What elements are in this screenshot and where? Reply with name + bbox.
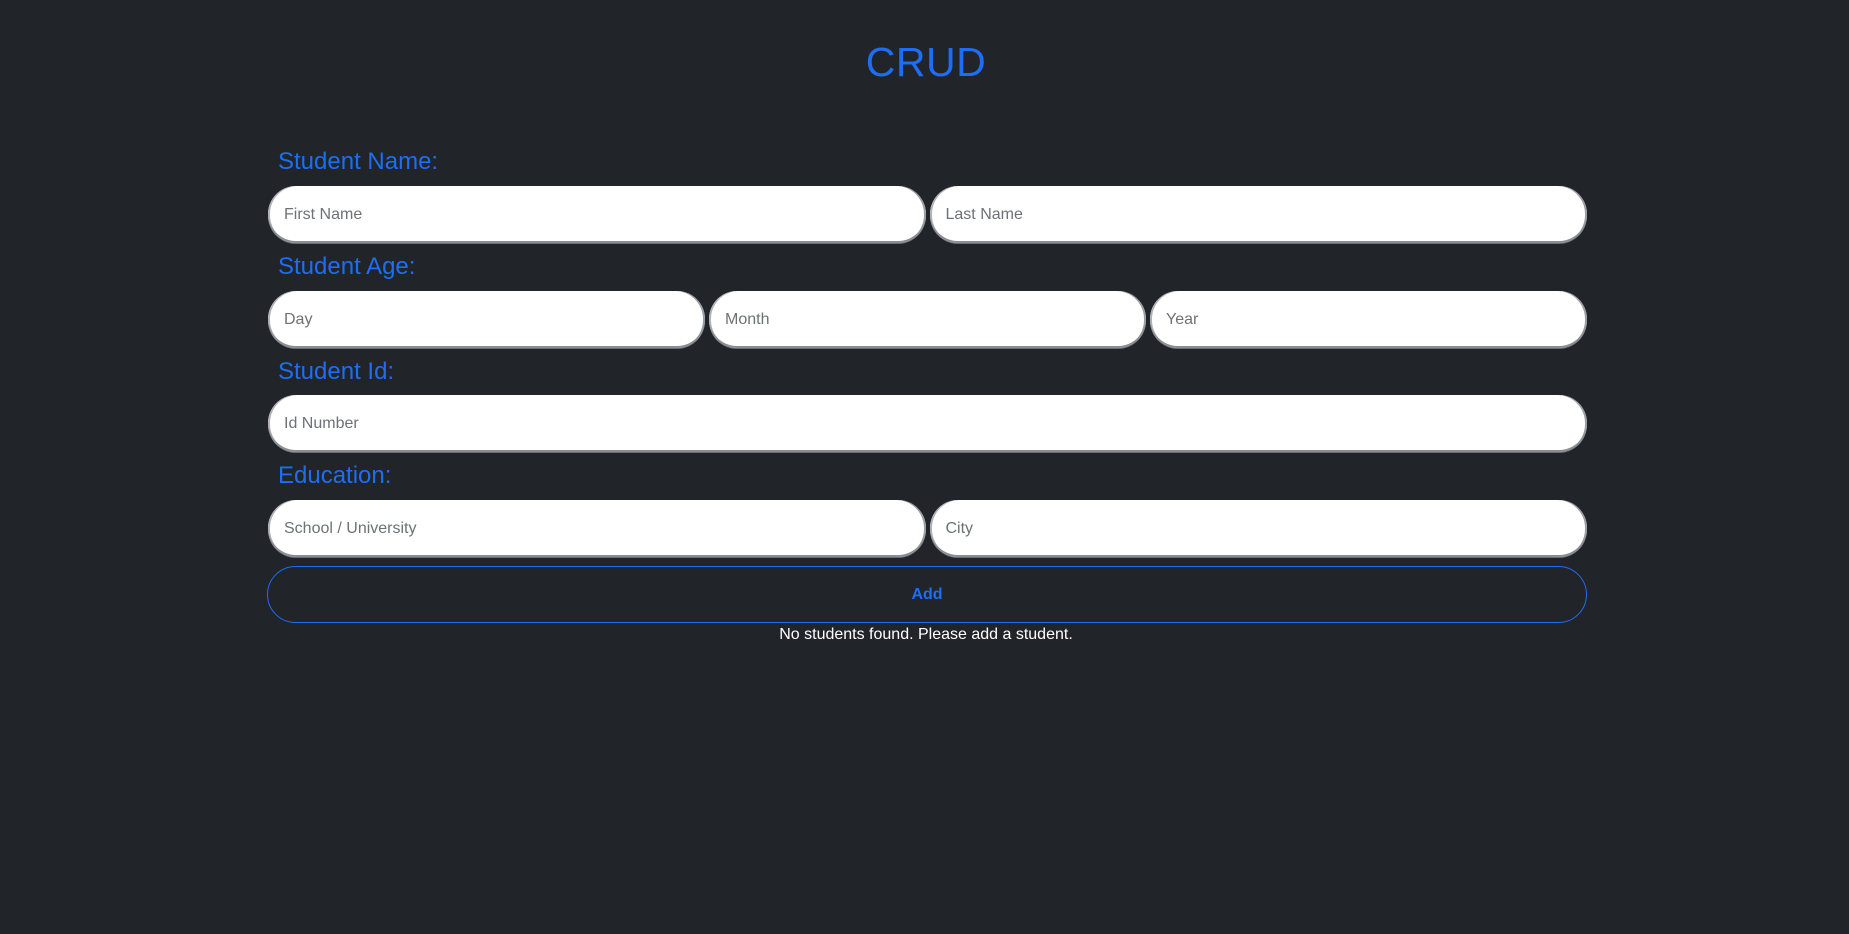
education-row — [268, 500, 1587, 557]
student-age-label: Student Age: — [278, 253, 416, 280]
empty-state-message: No students found. Please add a student. — [779, 626, 1073, 643]
last-name-input[interactable] — [929, 186, 1587, 243]
school-input[interactable] — [268, 500, 926, 557]
student-name-row — [268, 186, 1587, 243]
student-name-label: Student Name: — [278, 148, 439, 175]
education-label: Education: — [278, 462, 392, 489]
add-button[interactable]: Add — [267, 566, 1587, 623]
month-input[interactable] — [709, 291, 1146, 348]
page-title: CRUD — [865, 39, 987, 85]
city-input[interactable] — [929, 500, 1587, 557]
student-id-label: Student Id: — [278, 358, 395, 385]
student-age-row — [268, 291, 1587, 348]
student-id-row — [268, 395, 1587, 452]
first-name-input[interactable] — [268, 186, 926, 243]
page: CRUD Student Name: Student Age: Student … — [0, 0, 1849, 934]
year-input[interactable] — [1150, 291, 1587, 348]
day-input[interactable] — [268, 291, 705, 348]
id-number-input[interactable] — [268, 395, 1587, 452]
